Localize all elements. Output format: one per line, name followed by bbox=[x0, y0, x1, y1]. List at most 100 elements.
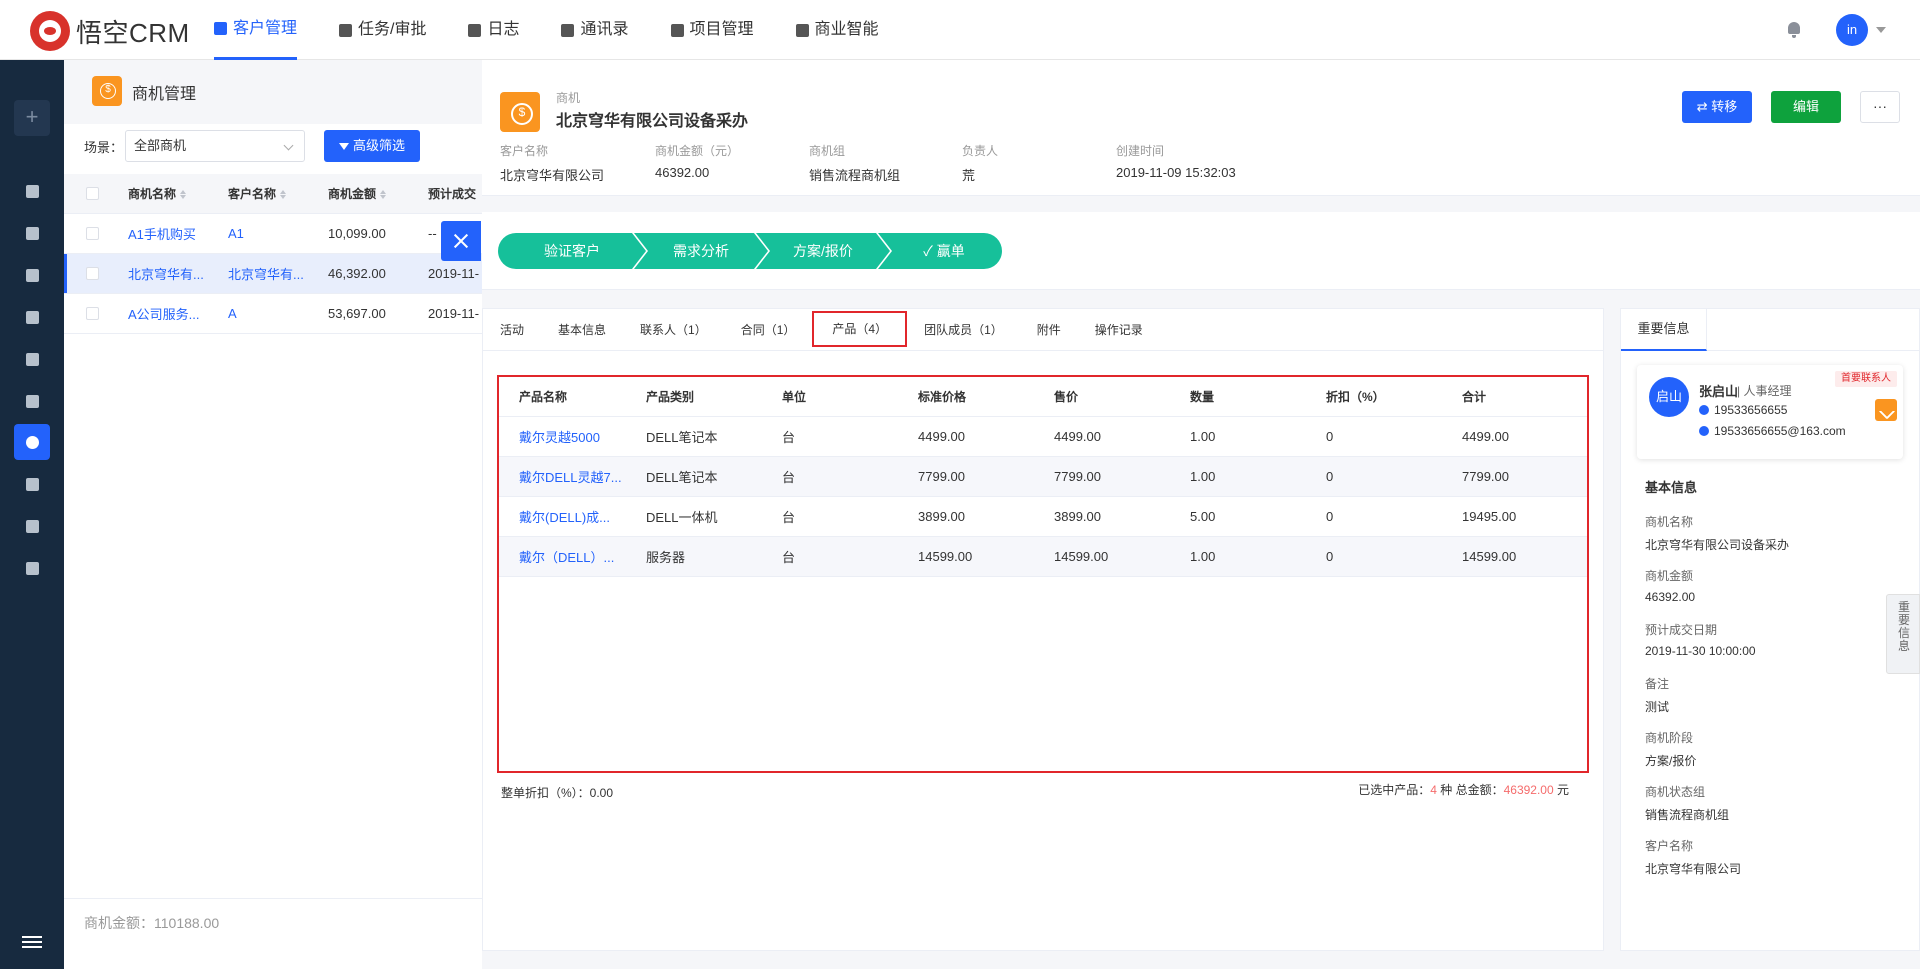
tab-activity[interactable]: 活动 bbox=[483, 309, 541, 351]
product-sale-price: 7799.00 bbox=[1054, 469, 1101, 484]
info-group: 商机组 销售流程商机组 bbox=[809, 144, 901, 183]
contact-avatar: 启山 bbox=[1649, 377, 1689, 417]
sidebar-item-company[interactable] bbox=[14, 299, 50, 335]
sort-icon[interactable] bbox=[180, 190, 187, 199]
list-title: 商机管理 bbox=[132, 86, 197, 103]
tab-operation-log[interactable]: 操作记录 bbox=[1078, 309, 1160, 351]
phone-icon bbox=[1699, 405, 1709, 415]
logo[interactable]: 悟空CRM bbox=[30, 11, 190, 51]
sort-icon[interactable] bbox=[380, 190, 387, 199]
field-remark: 备注 测试 bbox=[1645, 677, 1670, 714]
column-header[interactable]: 商机名称 bbox=[128, 185, 228, 202]
column-header: 合计 bbox=[1462, 390, 1487, 404]
column-header: 标准价格 bbox=[918, 390, 967, 404]
close-detail-icon[interactable] bbox=[441, 221, 481, 261]
transfer-button[interactable]: ⇄ 转移 bbox=[1682, 91, 1752, 123]
user-avatar[interactable]: in bbox=[1836, 14, 1868, 46]
product-discount: 0 bbox=[1326, 469, 1334, 484]
nav-contacts[interactable]: 通讯录 bbox=[561, 0, 629, 60]
stage-label-4: ✓ 赢单 bbox=[923, 243, 964, 259]
product-unit: 台 bbox=[782, 510, 796, 525]
date-cell: 2019-11- bbox=[428, 266, 480, 281]
sidebar-item-contact-card[interactable] bbox=[14, 341, 50, 377]
sidebar-item-dashboard[interactable] bbox=[14, 173, 50, 209]
tab-contracts[interactable]: 合同（1） bbox=[724, 309, 813, 351]
nav-tasks-approvals[interactable]: 任务/审批 bbox=[339, 0, 426, 60]
row-checkbox[interactable] bbox=[64, 307, 128, 320]
bell-icon[interactable] bbox=[1786, 21, 1802, 38]
important-info-toggle[interactable]: 重要信息 bbox=[1886, 594, 1920, 674]
product-sale-price: 3899.00 bbox=[1054, 509, 1101, 524]
collapse-menu-icon[interactable] bbox=[22, 936, 42, 950]
sidebar-item-contract[interactable] bbox=[14, 466, 50, 502]
tab-team-members[interactable]: 团队成员（1） bbox=[907, 309, 1020, 351]
table-row[interactable]: 北京穹华有... 北京穹华有... 46,392.00 2019-11- bbox=[64, 254, 482, 294]
opportunity-name-link[interactable]: 北京穹华有... bbox=[128, 264, 228, 283]
column-header[interactable]: 预计成交 bbox=[428, 185, 482, 202]
column-header: 售价 bbox=[1054, 390, 1079, 404]
sidebar-item-product[interactable] bbox=[14, 550, 50, 586]
tab-attachments[interactable]: 附件 bbox=[1020, 309, 1078, 351]
add-icon[interactable]: + bbox=[14, 100, 50, 136]
product-name-link[interactable]: 戴尔灵越5000 bbox=[499, 427, 626, 446]
log-icon bbox=[468, 23, 482, 37]
customer-name-link[interactable]: A1 bbox=[228, 226, 328, 241]
opportunity-list-panel: 商机管理 场景： 全部商机 高级筛选 商机名称 客户名称 商机金额 预计成交 A… bbox=[64, 60, 482, 969]
tab-contacts[interactable]: 联系人（1） bbox=[623, 309, 724, 351]
customer-name-link[interactable]: 北京穹华有... bbox=[228, 264, 328, 283]
table-row[interactable]: A1手机购买 A1 10,099.00 -- bbox=[64, 214, 482, 254]
nav-log[interactable]: 日志 bbox=[468, 0, 519, 60]
contact-name[interactable]: 张启山 bbox=[1699, 381, 1738, 400]
contact-card-icon bbox=[25, 352, 39, 366]
product-category: DELL笔记本 bbox=[646, 470, 718, 485]
edit-button[interactable]: 编辑 bbox=[1771, 91, 1841, 123]
transfer-icon bbox=[25, 268, 39, 282]
sidebar-item-chat[interactable] bbox=[14, 215, 50, 251]
select-all-checkbox[interactable] bbox=[64, 187, 128, 200]
tab-important-info[interactable]: 重要信息 bbox=[1621, 309, 1707, 351]
advanced-filter-button[interactable]: 高级筛选 bbox=[324, 130, 420, 162]
stage-progress: 验证客户 需求分析 方案/报价 ✓ 赢单 bbox=[498, 233, 1002, 269]
column-header[interactable]: 客户名称 bbox=[228, 185, 328, 202]
nav-customer-management[interactable]: 客户管理 bbox=[214, 0, 298, 60]
nav-business-intelligence[interactable]: 商业智能 bbox=[795, 0, 879, 60]
logo-text: 悟空CRM bbox=[76, 17, 190, 48]
sidebar-item-payment[interactable] bbox=[14, 508, 50, 544]
column-header: 单位 bbox=[782, 390, 807, 404]
tab-basic-info[interactable]: 基本信息 bbox=[541, 309, 623, 351]
call-icon[interactable] bbox=[1875, 399, 1897, 421]
product-name-link[interactable]: 戴尔(DELL)成... bbox=[499, 507, 626, 526]
product-subtotal: 7799.00 bbox=[1462, 469, 1509, 484]
scene-select[interactable]: 全部商机 bbox=[125, 130, 306, 162]
product-subtotal: 19495.00 bbox=[1462, 509, 1517, 524]
column-header[interactable]: 商机金额 bbox=[328, 185, 428, 202]
product-name-link[interactable]: 戴尔DELL灵越7... bbox=[499, 467, 626, 486]
product-name-link[interactable]: 戴尔（DELL）... bbox=[499, 547, 626, 566]
product-standard-price: 7799.00 bbox=[918, 469, 965, 484]
table-row[interactable]: A公司服务... A 53,697.00 2019-11- bbox=[64, 294, 482, 334]
opportunity-name-link[interactable]: A公司服务... bbox=[128, 304, 228, 323]
row-checkbox[interactable] bbox=[64, 227, 128, 240]
more-button[interactable]: ··· bbox=[1860, 91, 1900, 123]
column-header: 折扣（%） bbox=[1326, 390, 1385, 404]
sort-icon[interactable] bbox=[280, 190, 287, 199]
nav-projects[interactable]: 项目管理 bbox=[670, 0, 754, 60]
product-discount: 0 bbox=[1326, 429, 1334, 444]
contract-icon bbox=[25, 477, 39, 491]
customer-name-link[interactable]: A bbox=[228, 306, 328, 321]
product-row: 戴尔（DELL）... 服务器 台 14599.00 14599.00 1.00… bbox=[499, 537, 1587, 577]
list-footer-total: 商机金额：110188.00 bbox=[64, 898, 482, 968]
sidebar-item-opportunities[interactable] bbox=[14, 424, 50, 460]
chevron-down-icon[interactable] bbox=[1876, 27, 1886, 33]
tab-products[interactable]: 产品（4） bbox=[812, 311, 908, 347]
product-category: DELL一体机 bbox=[646, 510, 718, 525]
sidebar-item-wave[interactable] bbox=[14, 383, 50, 419]
scene-label: 场景： bbox=[84, 139, 124, 155]
product-row: 戴尔DELL灵越7... DELL笔记本 台 7799.00 7799.00 1… bbox=[499, 457, 1587, 497]
product-header-row: 产品名称 产品类别 单位 标准价格 售价 数量 折扣（%） 合计 bbox=[499, 377, 1587, 417]
sidebar-item-transfer[interactable] bbox=[14, 257, 50, 293]
product-sale-price: 4499.00 bbox=[1054, 429, 1101, 444]
amount-cell: 46,392.00 bbox=[328, 266, 386, 281]
opportunity-name-link[interactable]: A1手机购买 bbox=[128, 224, 228, 243]
row-checkbox[interactable] bbox=[64, 267, 128, 280]
